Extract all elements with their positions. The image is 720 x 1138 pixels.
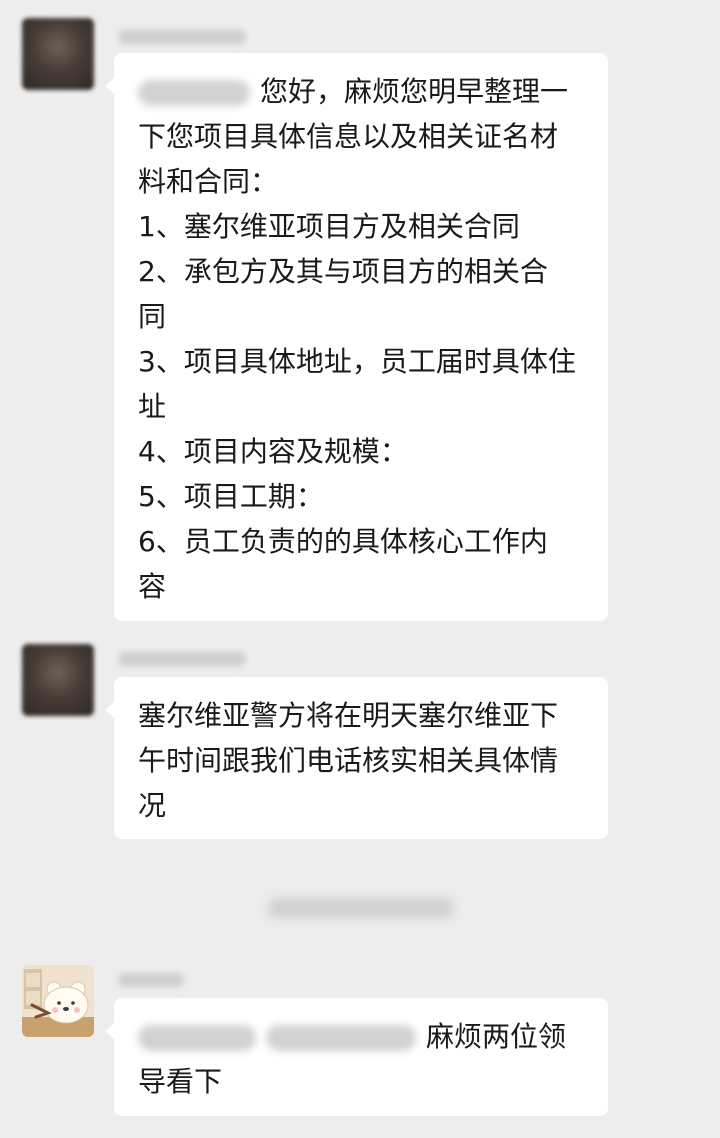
message-text: 麻烦两位领 <box>426 1020 567 1053</box>
message-line: 塞尔维亚警方将在明天塞尔维亚下 <box>138 699 559 732</box>
sender-avatar-2[interactable] <box>22 644 94 716</box>
message-line: 5、项目工期： <box>138 480 324 513</box>
message-line: 容 <box>138 570 167 603</box>
message-text: 您好，麻烦您明早整理一 <box>260 75 569 108</box>
message-bubble-2[interactable]: 塞尔维亚警方将在明天塞尔维亚下 午时间跟我们电话核实相关具体情 况 <box>105 677 608 839</box>
message-line: 址 <box>138 390 167 423</box>
message-bubble-1[interactable]: 您好，麻烦您明早整理一 下您项目具体信息以及相关证名材 料和合同： 1、塞尔维亚… <box>105 53 608 621</box>
sender-avatar-1[interactable] <box>22 18 94 90</box>
message-line: 4、项目内容及规模： <box>138 435 408 468</box>
message-line: 1、塞尔维亚项目方及相关合同 <box>138 210 520 243</box>
mention-blurred <box>138 1025 256 1051</box>
message-line: 午时间跟我们电话核实相关具体情 <box>138 744 559 777</box>
message-line: 导看下 <box>138 1065 223 1098</box>
sender-name-blurred-3 <box>118 973 184 987</box>
sender-name-blurred-2 <box>118 652 246 666</box>
timestamp-blurred <box>268 898 454 918</box>
message-line: 麻烦两位领 <box>138 1014 586 1059</box>
message-line: 下您项目具体信息以及相关证名材 <box>138 120 559 153</box>
message-line: 料和合同： <box>138 165 279 198</box>
sender-name-blurred-1 <box>118 30 246 44</box>
message-line: 2、承包方及其与项目方的相关合 <box>138 255 548 288</box>
mention-blurred <box>138 80 250 106</box>
message-line: 况 <box>138 789 167 822</box>
message-line: 3、项目具体地址，员工届时具体住 <box>138 345 576 378</box>
message-line: 6、员工负责的的具体核心工作内 <box>138 525 548 558</box>
bear-icon <box>22 965 94 1037</box>
message-line: 您好，麻烦您明早整理一 <box>138 69 586 114</box>
bear-sticker-avatar[interactable] <box>22 965 94 1037</box>
mention-blurred <box>266 1025 416 1051</box>
message-bubble-3[interactable]: 麻烦两位领 导看下 <box>105 998 608 1116</box>
message-line: 同 <box>138 300 167 333</box>
